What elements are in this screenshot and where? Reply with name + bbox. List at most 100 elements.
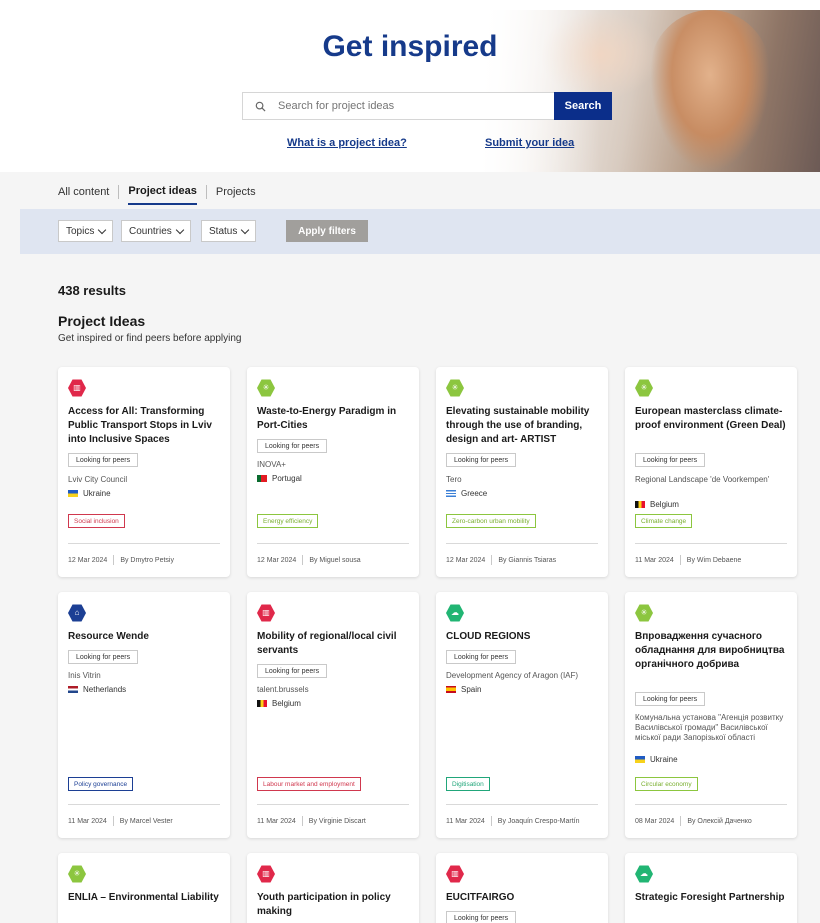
status-badge: Looking for peers [257, 439, 328, 453]
card-country-label: Belgium [650, 500, 679, 509]
card-divider [68, 543, 220, 544]
card-organisation: Комунальна установа "Агенція розвитку Ва… [635, 713, 784, 742]
card-country: Ukraine [68, 489, 111, 498]
meta-divider [112, 816, 114, 826]
apply-filters-button[interactable]: Apply filters [286, 220, 368, 242]
card-title[interactable]: Elevating sustainable mobility through t… [446, 405, 600, 447]
status-badge: Looking for peers [68, 650, 139, 664]
card-title[interactable]: Waste-to-Energy Paradigm in Port-Cities [257, 405, 411, 433]
what-is-project-idea-link[interactable]: What is a project idea? [287, 137, 407, 149]
project-card[interactable]: ⌂ Resource Wende Looking for peers Inis … [58, 592, 230, 838]
card-title[interactable]: Youth participation in policy making [257, 891, 411, 919]
plant-icon: ✳ [635, 379, 653, 397]
search-icon [255, 101, 266, 112]
card-date: 11 Mar 2024 [446, 817, 485, 825]
project-card[interactable]: ▥ Mobility of regional/local civil serva… [247, 592, 419, 838]
card-organisation: Inis Vitrin [68, 671, 101, 680]
meta-divider [302, 555, 304, 565]
project-card[interactable]: ▥ Youth participation in policy making [247, 853, 419, 923]
card-meta: 11 Mar 2024 By Marcel Vester [68, 816, 173, 826]
plant-icon: ✳ [68, 865, 86, 883]
project-card[interactable]: ✳ Waste-to-Energy Paradigm in Port-Citie… [247, 367, 419, 577]
meta-divider [679, 555, 681, 565]
flag-ukraine-icon [68, 490, 78, 497]
card-country-label: Ukraine [650, 755, 678, 764]
flag-belgium-icon [635, 501, 645, 508]
card-date: 11 Mar 2024 [257, 817, 296, 825]
topic-tag[interactable]: Labour market and employment [257, 777, 361, 791]
card-title[interactable]: Mobility of regional/local civil servant… [257, 630, 411, 658]
submit-idea-link[interactable]: Submit your idea [485, 137, 574, 149]
status-badge: Looking for peers [446, 911, 517, 923]
flag-spain-icon [446, 686, 456, 693]
topics-filter[interactable]: Topics [58, 220, 114, 242]
project-card[interactable]: ✳ Elevating sustainable mobility through… [436, 367, 608, 577]
card-divider [446, 543, 598, 544]
card-meta: 12 Mar 2024 By Dmytro Petsiy [68, 555, 174, 565]
project-card[interactable]: ✳ Впровадження сучасного обладнання для … [625, 592, 797, 838]
card-country-label: Greece [461, 489, 488, 498]
project-card[interactable]: ☁ CLOUD REGIONS Looking for peers Develo… [436, 592, 608, 838]
status-badge: Looking for peers [635, 692, 706, 706]
topic-tag[interactable]: Climate change [635, 514, 693, 528]
project-card[interactable]: ✳ European masterclass climate-proof env… [625, 367, 797, 577]
card-title[interactable]: European masterclass climate-proof envir… [635, 405, 789, 433]
card-meta: 08 Mar 2024 By Олексій Даченко [635, 816, 752, 826]
card-divider [257, 804, 409, 805]
topic-tag[interactable]: Energy efficiency [257, 514, 319, 528]
card-country-label: Portugal [272, 474, 302, 483]
card-country-label: Netherlands [83, 685, 127, 694]
status-badge: Looking for peers [68, 453, 139, 467]
building-icon: ▥ [446, 865, 464, 883]
card-author: By Wim Debaene [686, 556, 742, 564]
project-card[interactable]: ☁ Strategic Foresight Partnership [625, 853, 797, 923]
card-organisation: INOVA+ [257, 460, 286, 469]
meta-divider [113, 555, 115, 565]
search-field[interactable] [242, 92, 554, 120]
search-button[interactable]: Search [554, 92, 612, 120]
card-organisation: Regional Landscape 'de Voorkempen' [635, 475, 770, 484]
card-title[interactable]: Strategic Foresight Partnership [635, 891, 789, 905]
card-title[interactable]: ENLIA – Environmental Liability [68, 891, 222, 905]
card-author: By Miguel sousa [309, 556, 361, 564]
chevron-down-icon [175, 225, 185, 234]
card-author: By Giannis Tsiaras [498, 556, 557, 564]
project-card[interactable]: ✳ ENLIA – Environmental Liability [58, 853, 230, 923]
topic-tag[interactable]: Policy governance [68, 777, 134, 791]
card-title[interactable]: Resource Wende [68, 630, 222, 644]
card-meta: 11 Mar 2024 By Joaquín Crespo-Martín [446, 816, 580, 826]
tab-all-content[interactable]: All content [58, 186, 109, 204]
tab-projects[interactable]: Projects [216, 186, 256, 204]
card-country: Belgium [257, 699, 301, 708]
topic-tag[interactable]: Social inclusion [68, 514, 125, 528]
card-organisation: Lviv City Council [68, 475, 128, 484]
card-divider [635, 804, 787, 805]
plant-icon: ✳ [446, 379, 464, 397]
card-meta: 11 Mar 2024 By Virginie Discart [257, 816, 366, 826]
plant-icon: ✳ [257, 379, 275, 397]
topic-tag[interactable]: Zero-carbon urban mobility [446, 514, 536, 528]
card-date: 12 Mar 2024 [257, 556, 297, 564]
search-input[interactable] [278, 100, 518, 112]
tab-project-ideas[interactable]: Project ideas [128, 185, 197, 205]
plant-icon: ✳ [635, 604, 653, 622]
project-card[interactable]: ▥ EUCITFAIRGO Looking for peers [436, 853, 608, 923]
card-date: 11 Mar 2024 [68, 817, 107, 825]
topic-tag[interactable]: Circular economy [635, 777, 698, 791]
card-title[interactable]: EUCITFAIRGO [446, 891, 600, 905]
card-country: Belgium [635, 500, 679, 509]
status-filter[interactable]: Status [201, 220, 257, 242]
card-author: By Олексій Даченко [687, 817, 752, 825]
tab-divider [205, 185, 207, 199]
card-title[interactable]: CLOUD REGIONS [446, 630, 600, 644]
card-country-label: Ukraine [83, 489, 111, 498]
card-title[interactable]: Впровадження сучасного обладнання для ви… [635, 630, 789, 672]
filter-bar: Topics Countries Status Apply filters [20, 209, 820, 254]
card-title[interactable]: Access for All: Transforming Public Tran… [68, 405, 222, 447]
project-card[interactable]: ▥ Access for All: Transforming Public Tr… [58, 367, 230, 577]
flag-netherlands-icon [68, 686, 78, 693]
topic-tag[interactable]: Digitisation [446, 777, 490, 791]
building-icon: ▥ [68, 379, 86, 397]
countries-filter[interactable]: Countries [121, 220, 191, 242]
section-title: Project Ideas [58, 313, 146, 329]
